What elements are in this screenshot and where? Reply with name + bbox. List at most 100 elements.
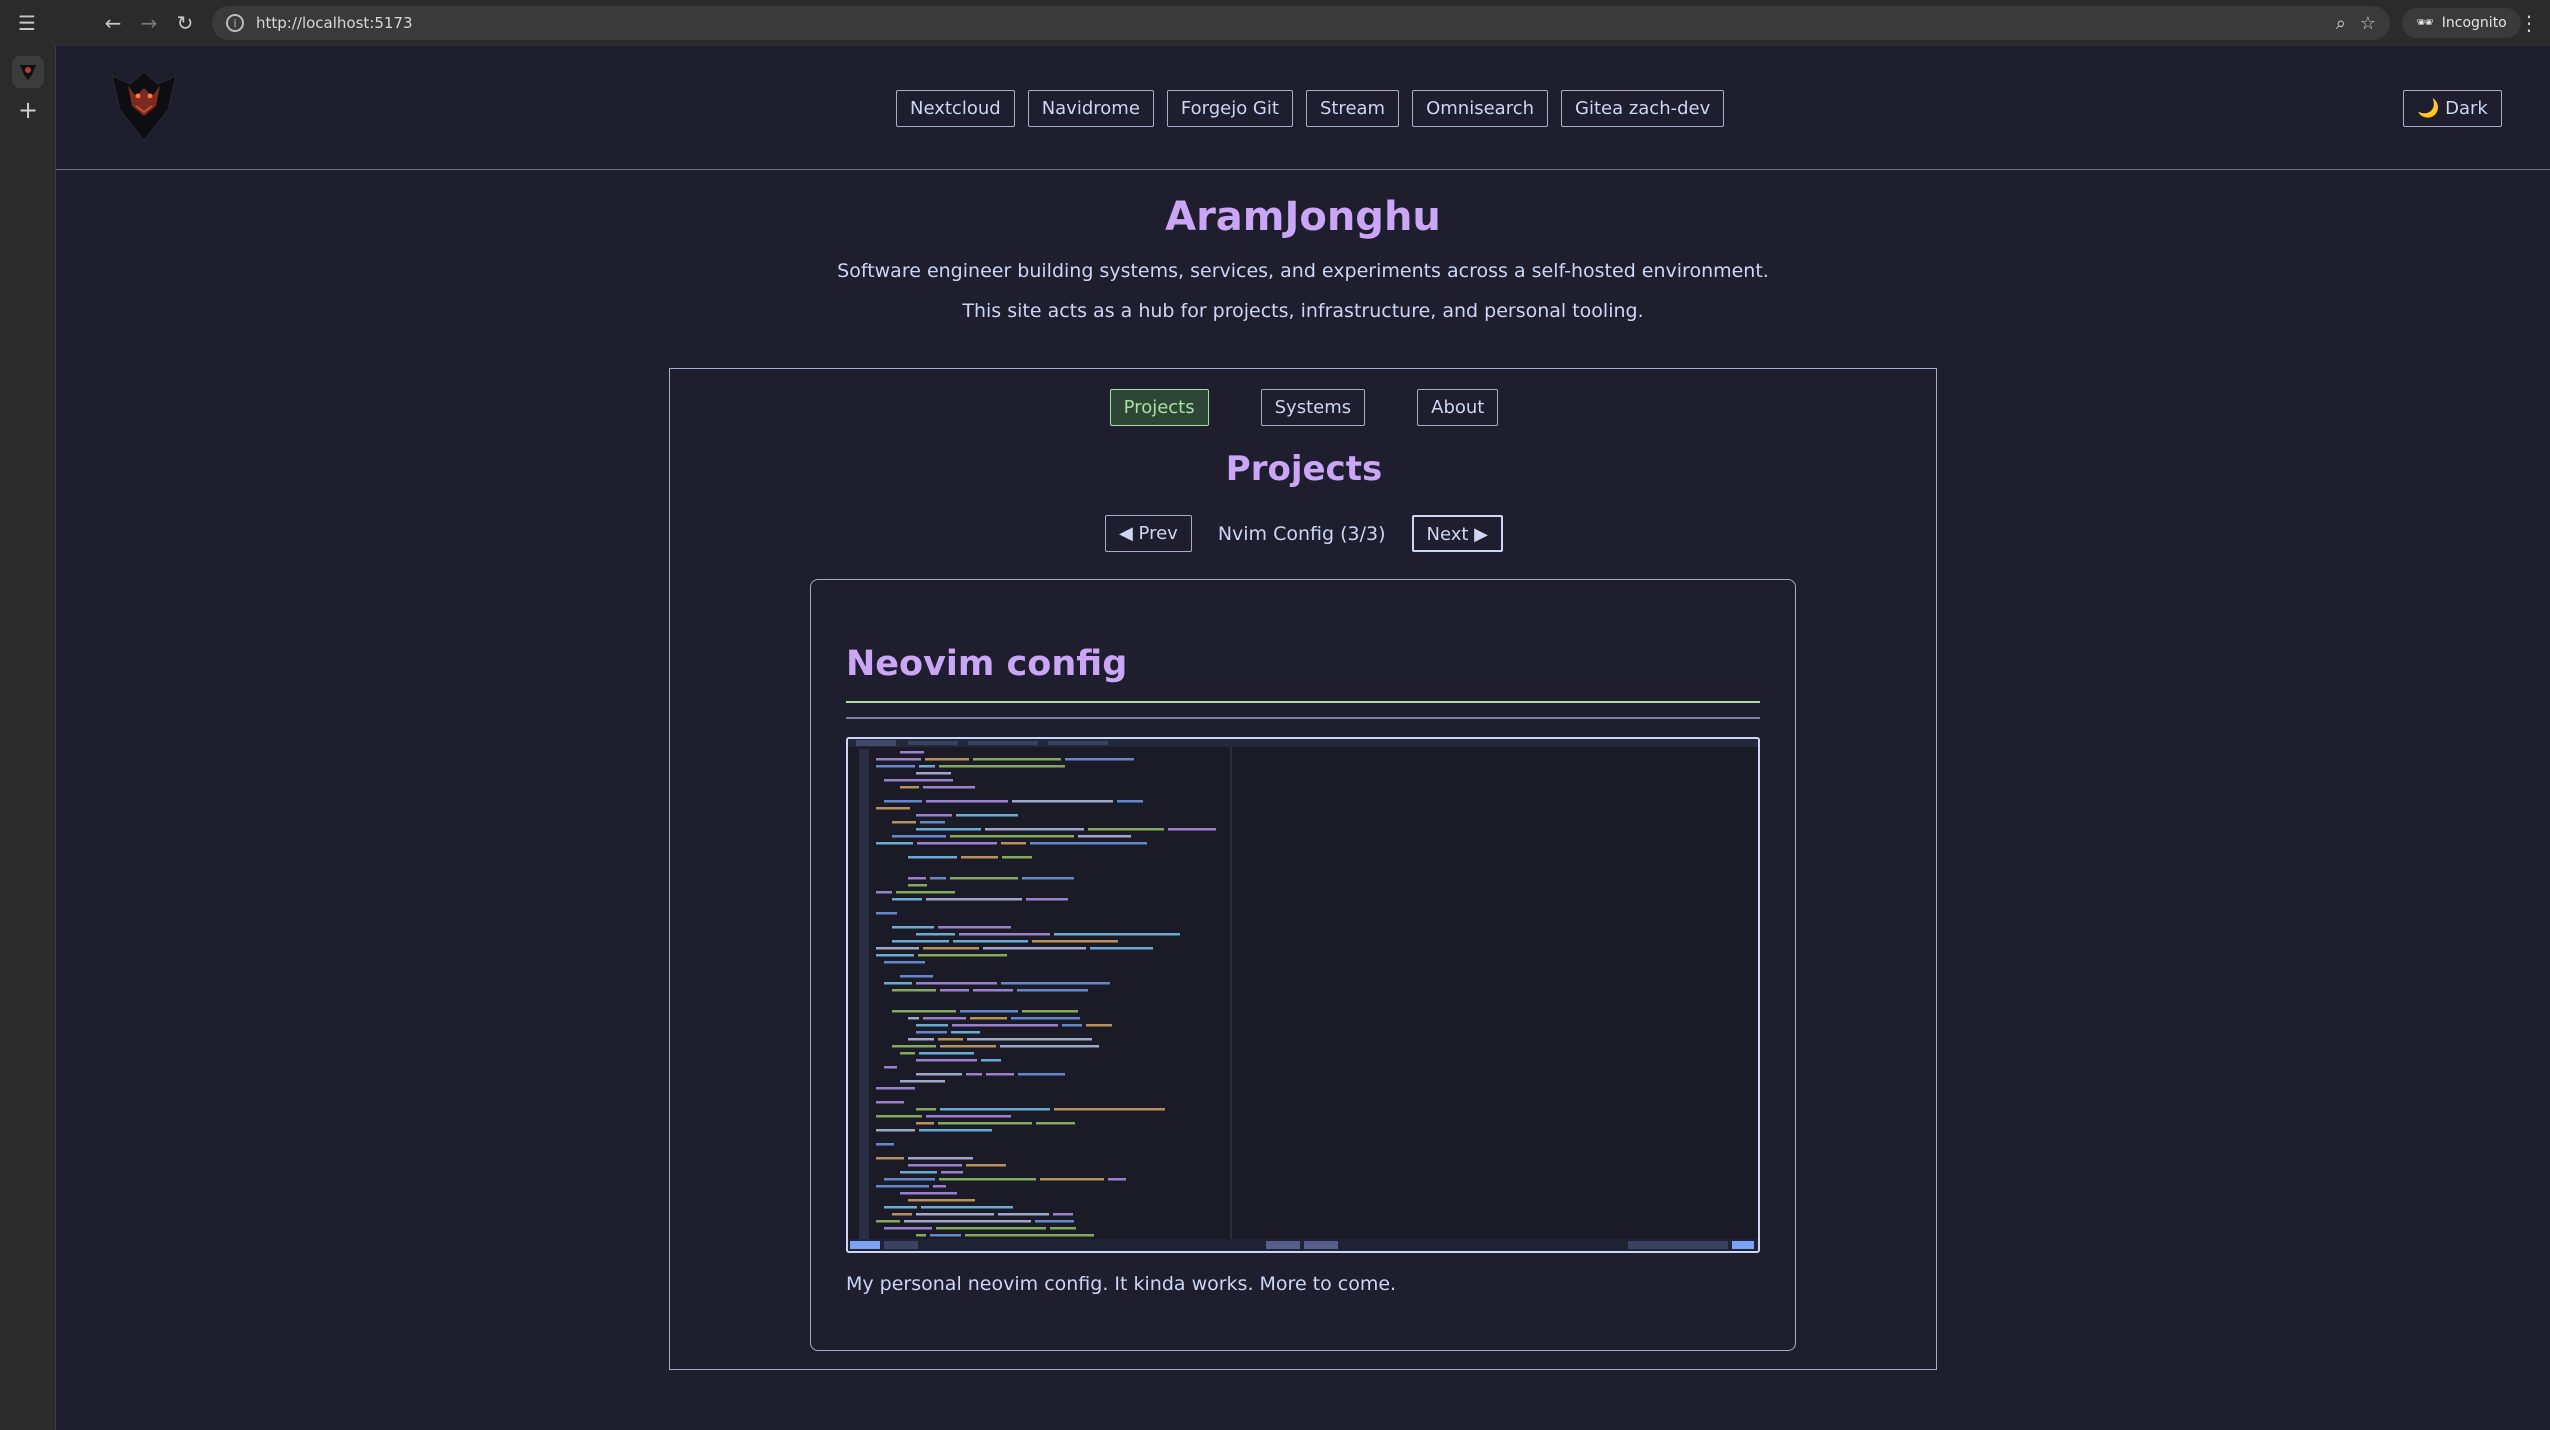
code-line-segment <box>876 758 921 761</box>
nav-link-stream[interactable]: Stream <box>1305 90 1400 127</box>
address-bar[interactable]: i http://localhost:5173 ⌕ ☆ <box>212 6 2390 40</box>
code-line-segment <box>940 1045 996 1048</box>
url-text: http://localhost:5173 <box>256 14 413 32</box>
code-line-segment <box>892 821 916 824</box>
code-line-segment <box>916 1122 934 1125</box>
code-line-segment <box>916 982 997 985</box>
code-line-segment <box>904 1220 1031 1223</box>
code-line-segment <box>916 828 981 831</box>
code-line-segment <box>1062 1024 1082 1027</box>
code-line-segment <box>920 821 945 824</box>
code-line-segment <box>916 772 951 775</box>
top-nav: Nextcloud Navidrome Forgejo Git Stream O… <box>896 90 1725 127</box>
code-line-segment <box>916 1024 948 1027</box>
code-line-segment <box>900 975 933 978</box>
code-line-segment <box>959 933 1050 936</box>
code-line-segment <box>1088 828 1164 831</box>
incognito-icon: 🕶 <box>2416 15 2434 31</box>
code-line-segment <box>1032 940 1118 943</box>
code-line-segment <box>938 1038 963 1041</box>
code-line-segment <box>956 814 1018 817</box>
code-line-segment <box>876 1185 929 1188</box>
project-pager: ◀ Prev Nvim Config (3/3) Next ▶ <box>670 515 1938 552</box>
code-line-segment <box>926 898 1022 901</box>
code-line-segment <box>916 933 955 936</box>
code-line-segment <box>1017 989 1088 992</box>
code-line-segment <box>916 1234 926 1237</box>
code-line-segment <box>940 1108 1050 1111</box>
code-line-segment <box>919 1129 992 1132</box>
code-line-segment <box>1002 856 1032 859</box>
nav-link-omnisearch[interactable]: Omnisearch <box>1412 90 1548 127</box>
code-line-segment <box>876 1157 904 1160</box>
reload-icon[interactable]: ↻ <box>166 4 204 42</box>
site-logo[interactable] <box>106 66 182 142</box>
code-line-segment <box>917 842 997 845</box>
nav-link-nextcloud[interactable]: Nextcloud <box>896 90 1015 127</box>
new-tab-icon[interactable]: + <box>12 94 44 126</box>
nav-link-gitea[interactable]: Gitea zach-dev <box>1561 90 1725 127</box>
code-line-segment <box>981 1059 1001 1062</box>
code-line-segment <box>919 765 935 768</box>
tab-about[interactable]: About <box>1417 389 1499 426</box>
code-line-segment <box>908 1199 975 1202</box>
prev-button[interactable]: ◀ Prev <box>1104 515 1192 552</box>
code-line-segment <box>884 982 912 985</box>
code-line-segment <box>1168 828 1216 831</box>
hero-tagline: Software engineer building systems, serv… <box>837 260 1769 282</box>
code-line-segment <box>900 1052 915 1055</box>
site-header: Nextcloud Navidrome Forgejo Git Stream O… <box>56 46 2550 170</box>
code-line-segment <box>926 800 1008 803</box>
code-line-segment <box>952 1024 1058 1027</box>
code-line-segment <box>884 1178 935 1181</box>
code-line-segment <box>960 1010 1018 1013</box>
code-line-segment <box>998 1213 1049 1216</box>
sidebar-icon[interactable]: ☰ <box>8 4 46 42</box>
code-line-segment <box>1001 982 1110 985</box>
tab-favicon[interactable] <box>12 56 44 88</box>
zoom-icon[interactable]: ⌕ <box>2336 13 2346 34</box>
code-line-segment <box>926 1115 1011 1118</box>
code-line-segment <box>950 877 1018 880</box>
code-line-segment <box>884 961 925 964</box>
code-line-segment <box>876 1129 915 1132</box>
tab-projects[interactable]: Projects <box>1109 389 1209 426</box>
menu-dots-icon[interactable]: ⋮ <box>2514 8 2544 38</box>
code-line-segment <box>1108 1178 1126 1181</box>
code-line-segment <box>876 954 914 957</box>
page: Nextcloud Navidrome Forgejo Git Stream O… <box>56 46 2550 1430</box>
code-line-segment <box>884 779 953 782</box>
code-line-segment <box>916 1213 994 1216</box>
code-line-segment <box>939 1178 1036 1181</box>
section-title: Projects <box>1225 449 1383 489</box>
code-line-segment <box>900 1080 945 1083</box>
next-button[interactable]: Next ▶ <box>1411 515 1504 552</box>
incognito-label: Incognito <box>2441 15 2507 31</box>
code-line-segment <box>876 947 919 950</box>
code-line-segment <box>892 1045 936 1048</box>
code-line-segment <box>908 856 957 859</box>
code-line-segment <box>876 1143 894 1146</box>
code-line-segment <box>950 835 1074 838</box>
code-line-segment <box>940 989 969 992</box>
nav-link-navidrome[interactable]: Navidrome <box>1027 90 1154 127</box>
code-line-segment <box>939 765 1065 768</box>
theme-toggle-button[interactable]: 🌙 Dark <box>2403 90 2502 127</box>
code-line-segment <box>884 1227 932 1230</box>
code-line-segment <box>953 940 1028 943</box>
code-line-segment <box>986 1073 1014 1076</box>
bookmark-star-icon[interactable]: ☆ <box>2360 13 2376 34</box>
code-line-segment <box>876 765 915 768</box>
incognito-badge[interactable]: 🕶 Incognito <box>2402 8 2521 38</box>
code-line-segment <box>916 1108 936 1111</box>
site-info-icon[interactable]: i <box>226 14 244 32</box>
back-icon[interactable]: ← <box>94 4 132 42</box>
site-favicon-icon <box>20 65 36 80</box>
code-line-segment <box>1030 842 1147 845</box>
pager-label: Nvim Config (3/3) <box>1217 522 1386 545</box>
forward-icon[interactable]: → <box>130 4 168 42</box>
tab-systems[interactable]: Systems <box>1260 389 1366 426</box>
code-line-segment <box>961 856 998 859</box>
nav-link-forgejo[interactable]: Forgejo Git <box>1166 90 1293 127</box>
code-line-segment <box>1011 1017 1080 1020</box>
